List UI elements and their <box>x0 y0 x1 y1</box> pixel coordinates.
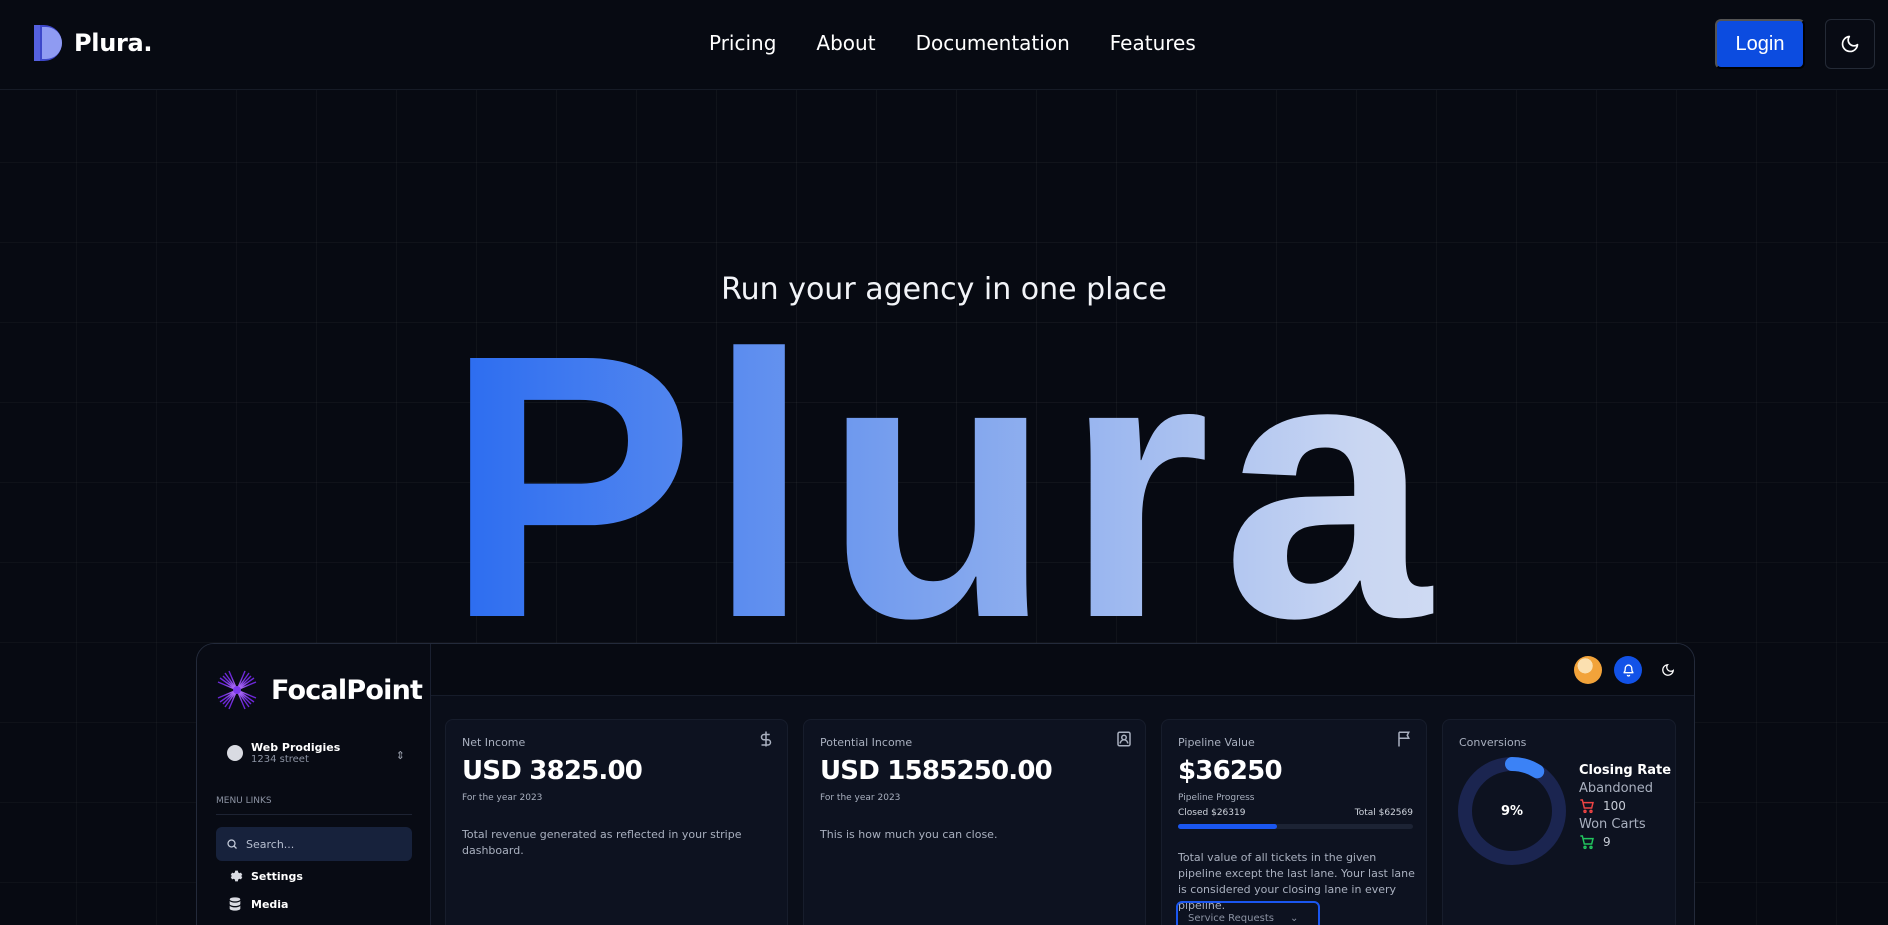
user-avatar[interactable] <box>1574 656 1602 684</box>
card-subtitle: For the year 2023 <box>820 793 901 803</box>
nav-link-documentation[interactable]: Documentation <box>916 31 1070 55</box>
account-name: Web Prodigies <box>251 741 341 754</box>
sidebar-search-input[interactable]: Search... <box>216 827 412 861</box>
menu-label: MENU LINKS <box>216 796 272 806</box>
pipeline-progress-fill <box>1178 824 1277 829</box>
card-label: Net Income <box>462 736 526 749</box>
focalpoint-logo: FocalPoint <box>215 668 423 712</box>
abandoned-value: 100 <box>1603 799 1626 813</box>
card-value: USD 3825.00 <box>462 756 643 786</box>
dashboard-topbar <box>431 644 1694 696</box>
total-amount: Total $62569 <box>1354 808 1413 818</box>
pipeline-select[interactable]: Service Requests ⌄ <box>1176 901 1320 925</box>
potential-income-card: Potential Income USD 1585250.00 For the … <box>803 719 1146 925</box>
closing-rate-legend: Closing Rate Abandoned 100 Won Carts 9 <box>1579 763 1671 850</box>
login-button[interactable]: Login <box>1715 19 1805 69</box>
conversion-percent: 9% <box>1500 803 1524 819</box>
search-placeholder: Search... <box>246 837 295 851</box>
starburst-logo-icon <box>217 670 257 710</box>
notifications-button[interactable] <box>1614 656 1642 684</box>
cart-icon <box>1580 799 1594 814</box>
card-label: Potential Income <box>820 736 913 749</box>
card-description: This is how much you can close. <box>820 828 998 841</box>
pipeline-value-card: Pipeline Value $36250 Pipeline Progress … <box>1161 719 1427 925</box>
cart-icon <box>1580 835 1594 850</box>
abandoned-metric: 100 <box>1579 798 1671 814</box>
compass-icon <box>227 745 243 761</box>
closed-amount: Closed $26319 <box>1178 808 1246 818</box>
nav-link-pricing[interactable]: Pricing <box>709 31 776 55</box>
theme-toggle-button[interactable] <box>1825 19 1875 69</box>
search-icon <box>227 839 237 849</box>
card-value: $36250 <box>1178 756 1283 786</box>
pipeline-progress-labels: Closed $26319 Total $62569 <box>1178 808 1413 818</box>
chevrons-updown-icon: ⇕ <box>395 749 405 762</box>
dashboard-theme-toggle[interactable] <box>1654 656 1682 684</box>
chevron-down-icon: ⌄ <box>1289 912 1299 924</box>
nav-link-about[interactable]: About <box>816 31 875 55</box>
card-value: USD 1585250.00 <box>820 756 1053 786</box>
dashboard-sidebar: FocalPoint Web Prodigies 1234 street ⇕ M… <box>197 644 431 925</box>
dashboard-preview: FocalPoint Web Prodigies 1234 street ⇕ M… <box>196 643 1695 925</box>
sidebar-item-label: Settings <box>251 869 303 883</box>
pipeline-select-value: Service Requests <box>1188 912 1274 924</box>
database-icon <box>229 897 241 911</box>
nav-links: Pricing About Documentation Features <box>709 31 1196 55</box>
sidebar-item-media[interactable]: Media <box>227 896 288 912</box>
site-logo[interactable]: Plura. <box>34 25 153 61</box>
won-carts-value: 9 <box>1603 835 1611 849</box>
plura-logo-icon <box>34 25 62 61</box>
pipeline-progress-bar <box>1178 824 1413 829</box>
top-nav: Plura. Pricing About Documentation Featu… <box>0 0 1888 90</box>
logo-text: Plura. <box>74 29 153 57</box>
account-address: 1234 street <box>251 754 309 765</box>
net-income-card: Net Income USD 3825.00 For the year 2023… <box>445 719 788 925</box>
dollar-icon <box>760 731 772 747</box>
sidebar-item-settings[interactable]: Settings <box>227 868 303 884</box>
card-subtitle: For the year 2023 <box>462 793 543 803</box>
contact-icon <box>1117 731 1131 747</box>
brand-name: FocalPoint <box>271 674 423 706</box>
nav-link-features[interactable]: Features <box>1110 31 1196 55</box>
card-label: Conversions <box>1459 736 1527 749</box>
moon-icon <box>1662 663 1675 676</box>
card-label: Pipeline Value <box>1178 736 1255 749</box>
menu-divider <box>216 814 412 815</box>
won-carts-label: Won Carts <box>1579 817 1646 832</box>
bell-icon <box>1622 664 1634 677</box>
card-description: Total revenue generated as reflected in … <box>462 828 742 857</box>
gear-icon <box>230 870 243 882</box>
moon-icon <box>1841 35 1859 53</box>
topbar-actions <box>1574 656 1682 684</box>
won-carts-metric: 9 <box>1579 834 1671 850</box>
closing-rate-title: Closing Rate <box>1579 763 1672 778</box>
abandoned-label: Abandoned <box>1579 781 1654 796</box>
conversions-card: Conversions 9% Closing Rate Abandoned 10… <box>1442 719 1676 925</box>
account-switcher[interactable]: Web Prodigies 1234 street ⇕ <box>227 741 407 765</box>
card-subtitle: Pipeline Progress <box>1178 793 1255 803</box>
sidebar-item-label: Media <box>251 897 289 911</box>
flag-icon <box>1398 731 1410 747</box>
hero-title: Plura <box>0 300 1888 675</box>
